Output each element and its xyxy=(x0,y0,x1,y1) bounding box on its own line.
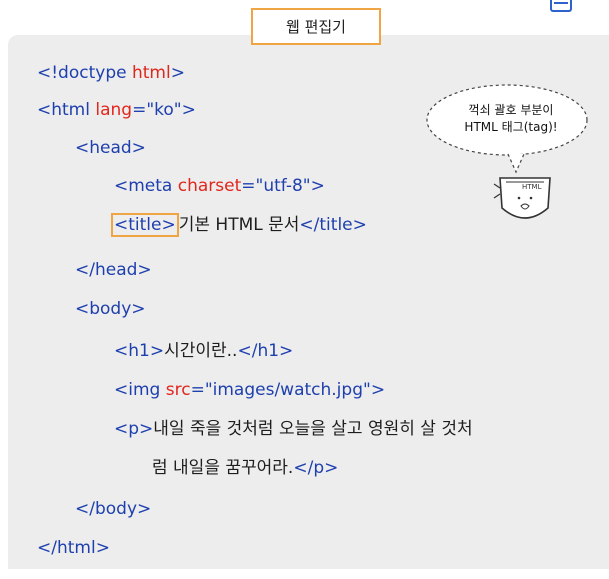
h1-text: 시간이란.. xyxy=(164,341,238,361)
code-line-html-close: </html> xyxy=(37,538,110,558)
charset-attr: charset xyxy=(177,176,242,196)
bubble-line-2: HTML 태그(tag)! xyxy=(464,120,558,134)
equals-sign: = xyxy=(190,380,205,400)
speech-bubble-text: 꺽쇠 괄호 부분이 HTML 태그(tag)! xyxy=(436,102,586,136)
doctype-close: > xyxy=(170,63,185,83)
html-open-close: > xyxy=(181,100,196,120)
p-text-line2: 럼 내일을 꿈꾸어라. xyxy=(152,458,294,478)
equals-sign: = xyxy=(241,176,256,196)
code-line-p: <p>내일 죽을 것처럼 오늘을 살고 영원히 살 것처 xyxy=(114,418,473,440)
lang-attr: lang xyxy=(95,100,133,120)
code-line-meta: <meta charset="utf-8"> xyxy=(114,175,325,197)
code-line-body-open: <body> xyxy=(75,299,146,319)
editor-title-box: 웹 편집기 xyxy=(251,8,381,45)
img-close: > xyxy=(370,380,386,400)
editor-title: 웹 편집기 xyxy=(286,18,346,36)
p-open-tag: <p> xyxy=(114,419,154,439)
p-text-line1: 내일 죽을 것처럼 오늘을 살고 영원히 살 것처 xyxy=(153,419,473,439)
window-edge-icon xyxy=(550,0,572,12)
code-line-head-open: <head> xyxy=(75,138,146,158)
code-line-head-close: </head> xyxy=(75,260,152,280)
doctype-word: html xyxy=(131,63,171,83)
h1-close-tag: </h1> xyxy=(237,341,294,361)
p-close-tag: </p> xyxy=(293,458,339,478)
meta-open-tag: <meta xyxy=(114,176,178,196)
code-line-h1: <h1>시간이란..</h1> xyxy=(114,340,293,362)
src-value: "images/watch.jpg" xyxy=(204,380,371,400)
code-line-doctype: <!doctype html> xyxy=(37,62,185,84)
meta-close: > xyxy=(310,176,325,196)
code-line-body-close: </body> xyxy=(75,499,152,519)
title-text: 기본 HTML 문서 xyxy=(178,215,300,235)
code-line-img: <img src="images/watch.jpg"> xyxy=(114,379,385,401)
equals-sign: = xyxy=(132,100,147,120)
title-open-tag-highlight: <title> xyxy=(111,213,179,237)
charset-value: "utf-8" xyxy=(255,176,311,196)
doctype-open: <!doctype xyxy=(37,63,132,83)
shield-label: HTML xyxy=(522,183,542,191)
bubble-line-1: 꺽쇠 괄호 부분이 xyxy=(468,103,554,117)
src-attr: src xyxy=(165,380,191,400)
html-open-tag: <html xyxy=(37,100,96,120)
lang-value: "ko" xyxy=(146,100,182,120)
code-line-p-cont: 럼 내일을 꿈꾸어라.</p> xyxy=(152,457,338,479)
code-line-html-open: <html lang="ko"> xyxy=(37,99,196,121)
h1-open-tag: <h1> xyxy=(114,341,165,361)
code-line-title: <title> 기본 HTML 문서</title> xyxy=(111,213,367,237)
title-close-tag: </title> xyxy=(299,215,367,235)
img-open-tag: <img xyxy=(114,380,166,400)
